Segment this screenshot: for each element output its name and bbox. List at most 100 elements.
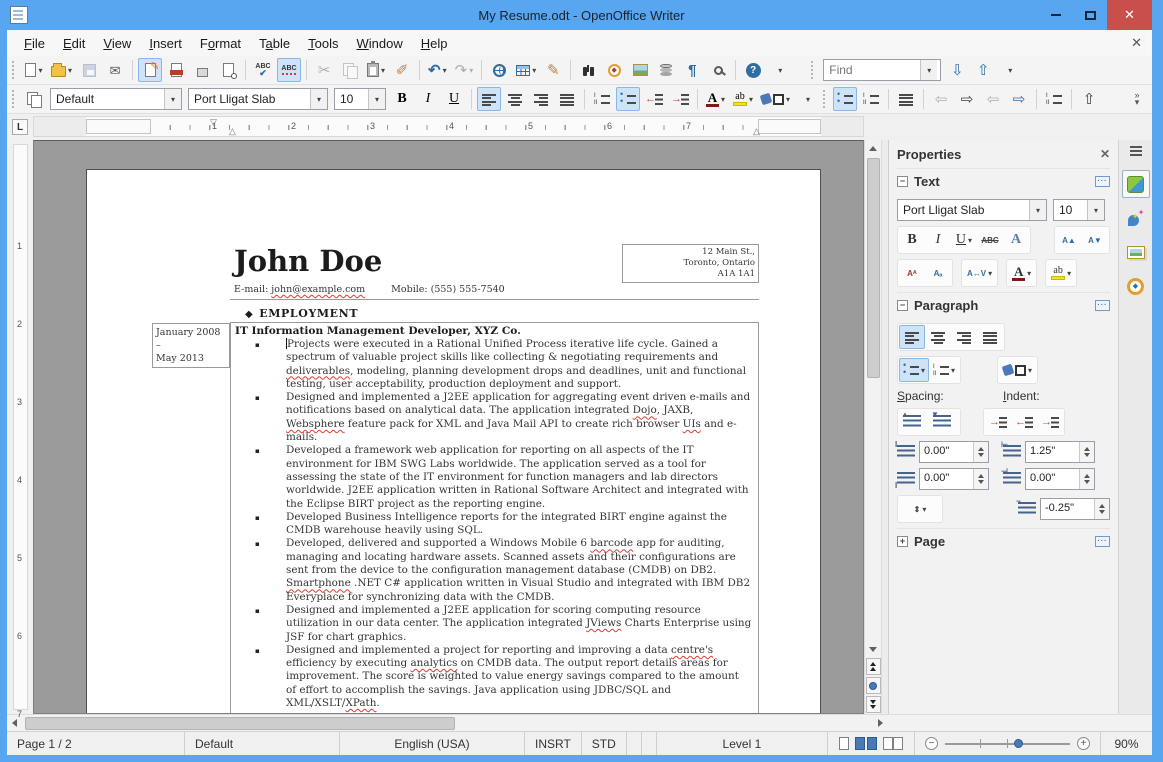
tab-properties[interactable] <box>1121 170 1150 198</box>
tab-navigator[interactable] <box>1122 272 1150 300</box>
undo-button[interactable]: ↶ ▾ <box>425 58 450 82</box>
highlighting-button[interactable]: ab ▾ <box>730 87 756 111</box>
formatting-toolbar-options-button[interactable]: ▾ <box>795 87 819 111</box>
data-sources-button[interactable] <box>654 58 678 82</box>
subscript-button[interactable]: Aₐ <box>925 261 951 285</box>
sidebar-highlighting-button[interactable]: ab ▾ <box>1047 261 1075 285</box>
list-toolbar-overflow-button[interactable]: » ▾ <box>1125 87 1149 111</box>
switch-indent-button[interactable]: → <box>1037 410 1063 434</box>
below-spacing-field[interactable]: 0.00" <box>919 468 989 490</box>
hyperlink-button[interactable] <box>487 58 511 82</box>
new-document-button[interactable]: ▾ <box>22 58 46 82</box>
menu-tools[interactable]: Tools <box>299 33 347 54</box>
single-page-view-button[interactable] <box>839 737 849 750</box>
sidebar-font-name-combo[interactable]: Port Lligat Slab ▾ <box>897 199 1047 221</box>
sidebar-font-size-combo[interactable]: 10 ▾ <box>1053 199 1105 221</box>
scroll-right-button[interactable] <box>873 716 888 731</box>
bullets-button[interactable] <box>616 87 640 111</box>
paragraph-background-button[interactable]: ▾ <box>999 358 1036 382</box>
autospellcheck-button[interactable]: ABC <box>277 58 302 82</box>
find-input[interactable] <box>824 60 921 80</box>
paragraph-dialog-launcher-icon[interactable]: ··· <box>1095 300 1110 311</box>
find-next-button[interactable]: ⇩ <box>945 58 969 82</box>
align-left-button[interactable] <box>477 87 501 111</box>
italic-button[interactable]: I <box>416 87 440 111</box>
font-name-combo[interactable]: Port Lligat Slab ▾ <box>188 88 328 110</box>
increase-spacing-button[interactable]: ▲ <box>899 410 929 434</box>
decrease-font-button[interactable]: A▼ <box>1082 228 1108 252</box>
zoom-button[interactable] <box>706 58 730 82</box>
zoom-in-button[interactable]: + <box>1077 737 1090 750</box>
list-numbering-button[interactable] <box>859 87 883 111</box>
sidebar-increase-indent-button[interactable]: → <box>985 410 1011 434</box>
chevron-down-icon[interactable]: ▾ <box>721 95 725 104</box>
minimize-button[interactable] <box>1039 0 1073 30</box>
font-size-combo[interactable]: 10 ▾ <box>334 88 386 110</box>
page-dialog-launcher-icon[interactable]: ··· <box>1095 536 1110 547</box>
signature-cell[interactable] <box>642 732 657 755</box>
document-page[interactable]: John Doe 12 Main St., Toronto, Ontario A… <box>86 169 821 713</box>
chevron-down-icon[interactable]: ▾ <box>968 236 972 245</box>
scroll-down-button[interactable] <box>866 641 881 657</box>
superscript-button[interactable]: Aᴬ <box>899 261 925 285</box>
sidebar-align-left-button[interactable] <box>899 325 925 349</box>
menu-file[interactable]: File <box>15 33 54 54</box>
sidebar-close-icon[interactable]: ✕ <box>1100 147 1110 161</box>
character-spacing-button[interactable]: A↔V ▾ <box>963 261 996 285</box>
previous-page-button[interactable] <box>865 658 881 675</box>
sidebar-menu-button[interactable] <box>1129 146 1142 157</box>
text-section-header[interactable]: − Text ··· <box>897 168 1110 194</box>
paragraph-section-header[interactable]: − Paragraph ··· <box>897 292 1110 318</box>
navigation-button[interactable] <box>865 677 881 694</box>
sidebar-bullets-button[interactable]: ▾ <box>899 358 930 382</box>
insert-unnumbered-entry-button[interactable] <box>1042 87 1066 111</box>
above-spacing-field[interactable]: 0.00" <box>919 441 989 463</box>
vertical-scroll-thumb[interactable] <box>866 158 880 378</box>
sidebar-align-right-button[interactable] <box>951 325 977 349</box>
gallery-button[interactable] <box>628 58 652 82</box>
text-dialog-launcher-icon[interactable]: ··· <box>1095 176 1110 187</box>
horizontal-scroll-thumb[interactable] <box>25 716 455 730</box>
chevron-down-icon[interactable]: ▾ <box>988 269 992 278</box>
expand-icon[interactable]: + <box>897 536 908 547</box>
right-indent-marker[interactable]: △ <box>753 126 760 137</box>
underline-button[interactable]: U <box>442 87 466 111</box>
selection-mode-cell[interactable]: STD <box>582 732 627 755</box>
insert-table-button[interactable]: ▾ <box>513 58 539 82</box>
outline-level-cell[interactable]: Level 1 <box>657 732 828 755</box>
toolbar-grip[interactable] <box>12 90 17 108</box>
sidebar-align-center-button[interactable] <box>925 325 951 349</box>
clone-formatting-button[interactable]: ✐ <box>390 58 414 82</box>
toolbar-grip[interactable] <box>811 61 816 79</box>
zoom-percent-cell[interactable]: 90% <box>1100 732 1152 755</box>
chevron-down-icon[interactable]: ▾ <box>922 505 926 514</box>
chevron-down-icon[interactable]: ▾ <box>951 366 955 375</box>
numbering-button[interactable] <box>590 87 614 111</box>
sidebar-italic-button[interactable]: I <box>925 228 951 252</box>
sidebar-bold-button[interactable]: B <box>899 228 925 252</box>
zoom-slider-thumb[interactable] <box>1013 739 1023 748</box>
toolbar-grip[interactable] <box>823 90 828 108</box>
find-previous-button[interactable]: ⇧ <box>971 58 995 82</box>
modified-cell[interactable] <box>627 732 642 755</box>
list-bullets-button[interactable] <box>833 87 858 111</box>
chevron-down-icon[interactable]: ▾ <box>1067 269 1071 278</box>
left-indent-marker[interactable]: △ <box>229 126 236 137</box>
draw-functions-button[interactable]: ✎ <box>541 58 565 82</box>
menu-insert[interactable]: Insert <box>140 33 191 54</box>
maximize-button[interactable] <box>1073 0 1107 30</box>
chevron-down-icon[interactable]: ▾ <box>749 95 753 104</box>
increase-indent-button[interactable]: → <box>668 87 692 111</box>
close-document-icon[interactable]: ✕ <box>1131 35 1142 51</box>
edit-file-button[interactable]: ✎ <box>138 58 163 82</box>
toolbar-grip[interactable] <box>12 61 17 79</box>
language-cell[interactable]: English (USA) <box>340 732 525 755</box>
styles-panel-button[interactable] <box>22 87 46 111</box>
zoom-out-button[interactable]: − <box>925 737 938 750</box>
after-indent-field[interactable]: 0.00" <box>1025 468 1095 490</box>
demote-level-button[interactable]: ⇨ <box>955 87 979 111</box>
increase-font-button[interactable]: A▲ <box>1056 228 1082 252</box>
page-style-cell[interactable]: Default <box>185 732 340 755</box>
align-right-button[interactable] <box>529 87 553 111</box>
scroll-up-button[interactable] <box>866 140 881 156</box>
